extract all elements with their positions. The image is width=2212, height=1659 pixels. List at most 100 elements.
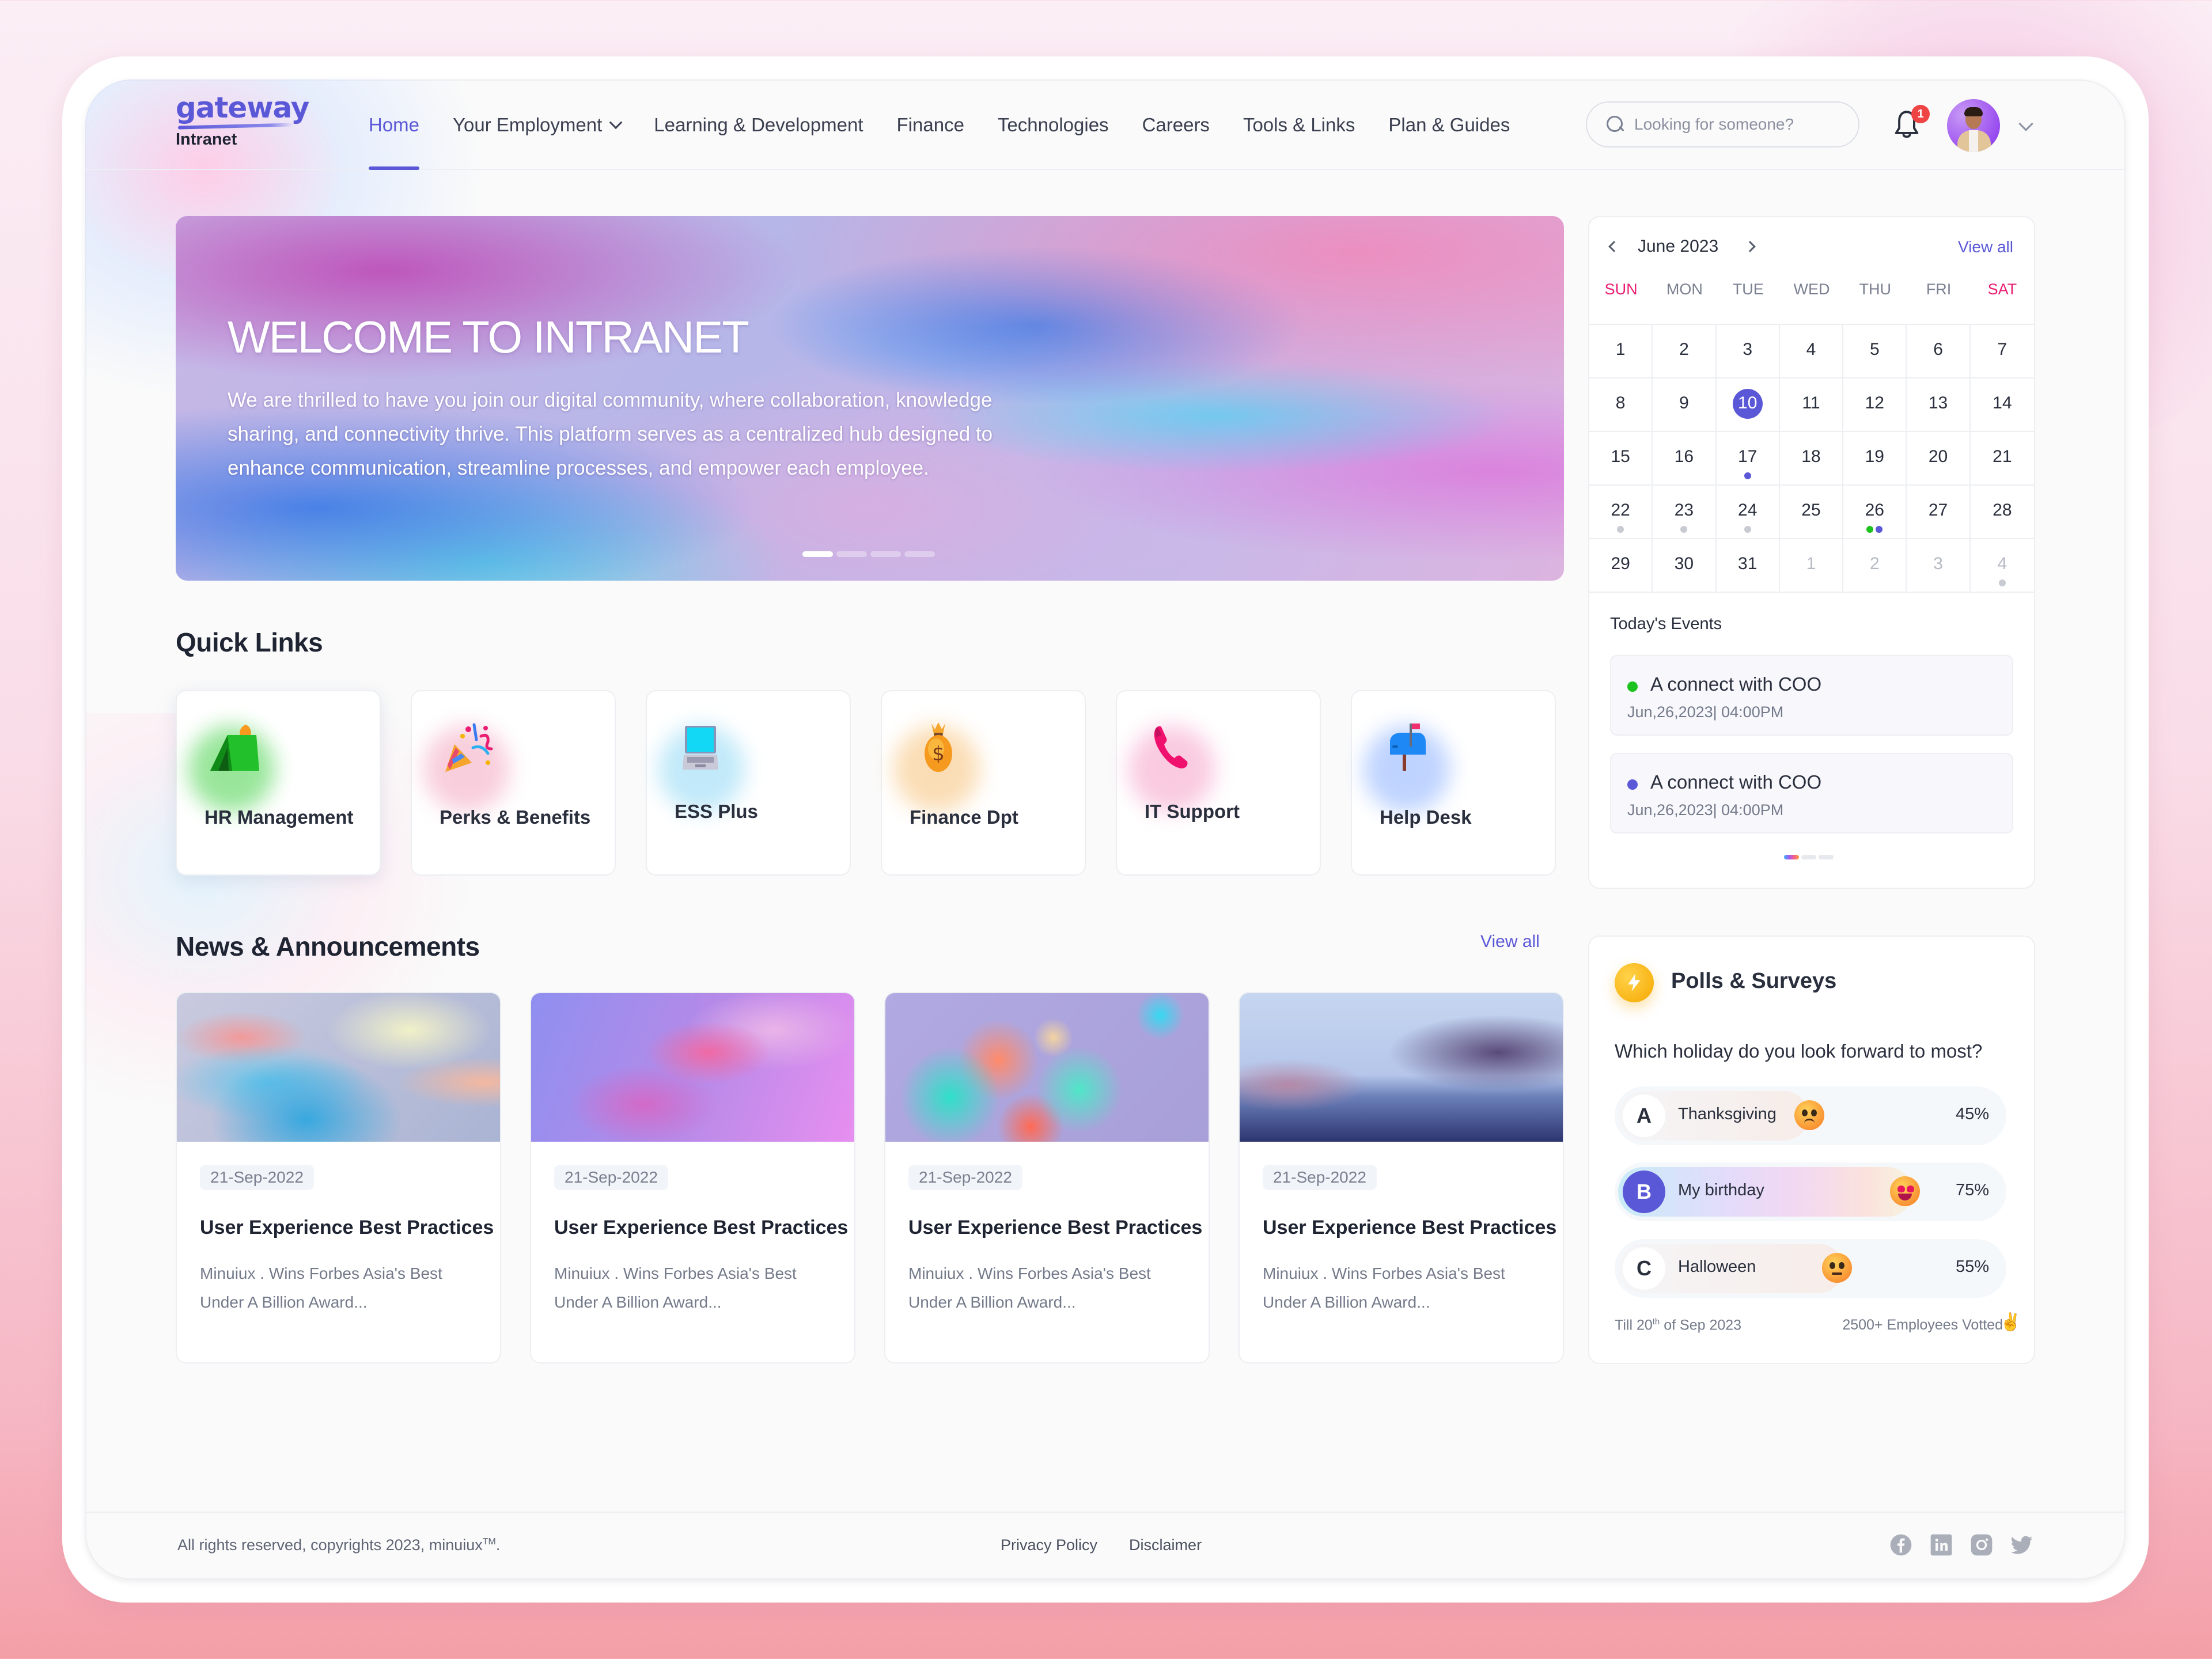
nav-item-tools-links[interactable]: Tools & Links — [1243, 79, 1355, 170]
calendar-day[interactable]: 31 — [1716, 539, 1780, 593]
calendar-day[interactable]: 3 — [1716, 325, 1780, 378]
quick-link-hr-management[interactable]: HR Management — [176, 690, 381, 876]
search-input[interactable] — [1634, 115, 1830, 134]
day-number: 31 — [1738, 554, 1758, 573]
poll-option-letter: C — [1623, 1247, 1665, 1290]
calendar-day[interactable]: 28 — [1970, 486, 2034, 539]
event-dot — [1866, 526, 1874, 533]
nav-item-your-employment[interactable]: Your Employment — [453, 79, 623, 170]
nav-item-learning-development[interactable]: Learning & Development — [654, 79, 863, 170]
logo[interactable]: gateway Intranet — [176, 91, 309, 149]
calendar-day[interactable]: 11 — [1779, 378, 1844, 432]
news-card[interactable]: 21-Sep-2022 User Experience Best Practic… — [1238, 992, 1564, 1363]
calendar-day[interactable]: 13 — [1907, 378, 1971, 432]
calendar-grid: 1 2 3 4 5 6 7 8 9 10 11 12 13 14 15 16 17 18 19 20 21 22 23 24 2… — [1589, 324, 2034, 593]
footer-links: Privacy Policy Disclaimer — [1001, 1536, 1202, 1554]
nav-item-careers[interactable]: Careers — [1142, 79, 1210, 170]
quick-link-ess-plus[interactable]: ESS Plus — [646, 690, 851, 876]
news-card[interactable]: 21-Sep-2022 User Experience Best Practic… — [884, 992, 1210, 1363]
day-number: 10 — [1738, 393, 1758, 412]
event-item[interactable]: A connect with COO Jun,26,2023| 04:00PM — [1610, 753, 2013, 834]
calendar-view-all-link[interactable]: View all — [1958, 238, 2013, 256]
calendar-day[interactable]: 3 — [1907, 539, 1971, 593]
calendar-day[interactable]: 27 — [1907, 486, 1971, 539]
nav-item-home[interactable]: Home — [369, 79, 420, 170]
calendar-day[interactable]: 17 — [1716, 432, 1780, 486]
weekday-label: MON — [1666, 281, 1703, 298]
calendar-day[interactable]: 7 — [1970, 325, 2034, 378]
nav-label: Finance — [896, 113, 964, 135]
day-number: 12 — [1865, 393, 1884, 412]
calendar-day[interactable]: 6 — [1907, 325, 1971, 378]
news-view-all-link[interactable]: View all — [1480, 932, 1540, 952]
calendar-day[interactable]: 24 — [1716, 486, 1780, 539]
calendar-day[interactable]: 20 — [1907, 432, 1971, 486]
carousel-dot[interactable] — [836, 551, 867, 557]
facebook-icon[interactable] — [1889, 1533, 1912, 1556]
calendar-day[interactable]: 15 — [1589, 432, 1653, 486]
calendar-day[interactable]: 22 — [1589, 486, 1653, 539]
event-dot — [1744, 472, 1751, 479]
calendar-day[interactable]: 8 — [1589, 378, 1653, 432]
calendar-day[interactable]: 14 — [1970, 378, 2034, 432]
calendar-day[interactable]: 26 — [1843, 486, 1907, 539]
news-card[interactable]: 21-Sep-2022 User Experience Best Practic… — [176, 992, 501, 1363]
lightning-icon — [1615, 963, 1654, 1002]
nav-item-finance[interactable]: Finance — [897, 79, 964, 170]
news-card[interactable]: 21-Sep-2022 User Experience Best Practic… — [530, 992, 855, 1363]
calendar-day[interactable]: 9 — [1653, 378, 1717, 432]
carousel-dot[interactable] — [904, 551, 935, 557]
calendar-day[interactable]: 16 — [1653, 432, 1717, 486]
nav-label: Plan & Guides — [1388, 113, 1510, 135]
event-time: Jun,26,2023| 04:00PM — [1627, 703, 1784, 721]
calendar-day[interactable]: 4 — [1970, 539, 2034, 593]
quick-link-finance-dpt[interactable]: $ Finance Dpt — [881, 690, 1086, 876]
calendar-day[interactable]: 2 — [1843, 539, 1907, 593]
calendar-day[interactable]: 4 — [1779, 325, 1844, 378]
pager-dot[interactable] — [1819, 855, 1834, 859]
calendar-day[interactable]: 30 — [1653, 539, 1717, 593]
quick-link-help-desk[interactable]: Help Desk — [1351, 690, 1556, 876]
calendar-day[interactable]: 21 — [1970, 432, 2034, 486]
event-item[interactable]: A connect with COO Jun,26,2023| 04:00PM — [1610, 655, 2013, 736]
calendar-day[interactable]: 23 — [1653, 486, 1717, 539]
laptop-icon — [683, 726, 718, 770]
pager-dot[interactable] — [1801, 855, 1816, 859]
people-search[interactable] — [1586, 101, 1859, 147]
event-title: A connect with COO — [1650, 673, 1822, 695]
quick-link-perks-benefits[interactable]: Perks & Benefits — [411, 690, 616, 876]
carousel-dot[interactable] — [802, 551, 833, 557]
calendar-day[interactable]: 2 — [1653, 325, 1717, 378]
linkedin-icon[interactable] — [1930, 1533, 1953, 1556]
calendar-day[interactable]: 12 — [1843, 378, 1907, 432]
calendar-day[interactable]: 25 — [1779, 486, 1844, 539]
day-number: 18 — [1801, 447, 1821, 466]
money-bag-icon: $ — [925, 722, 952, 772]
poll-option-b[interactable]: B My birthday 75% — [1615, 1162, 2006, 1221]
app-window: gateway Intranet Home Your Employment Le… — [85, 79, 2126, 1580]
chevron-down-icon[interactable] — [2018, 116, 2033, 131]
carousel-dot[interactable] — [870, 551, 901, 557]
pager-dot[interactable] — [1784, 855, 1799, 859]
neutral-face-icon — [1822, 1253, 1852, 1283]
calendar-day[interactable]: 1 — [1589, 325, 1653, 378]
quick-link-it-support[interactable]: IT Support — [1116, 690, 1321, 876]
event-dot — [1998, 579, 2006, 586]
chevron-left-icon[interactable] — [1608, 241, 1620, 252]
nav-item-plan-guides[interactable]: Plan & Guides — [1388, 79, 1510, 170]
calendar-day-today[interactable]: 10 — [1716, 378, 1780, 432]
calendar-day[interactable]: 19 — [1843, 432, 1907, 486]
nav-item-technologies[interactable]: Technologies — [998, 79, 1109, 170]
calendar-day[interactable]: 18 — [1779, 432, 1844, 486]
calendar-day[interactable]: 5 — [1843, 325, 1907, 378]
instagram-icon[interactable] — [1970, 1533, 1993, 1556]
chevron-right-icon[interactable] — [1744, 241, 1756, 252]
poll-option-a[interactable]: A Thanksgiving 45% — [1615, 1086, 2006, 1145]
poll-option-c[interactable]: C Halloween 55% — [1615, 1239, 2006, 1298]
user-avatar[interactable] — [1947, 99, 2000, 152]
twitter-icon[interactable] — [2010, 1533, 2033, 1556]
calendar-day[interactable]: 29 — [1589, 539, 1653, 593]
calendar-day[interactable]: 1 — [1779, 539, 1844, 593]
disclaimer-link[interactable]: Disclaimer — [1129, 1536, 1202, 1554]
privacy-policy-link[interactable]: Privacy Policy — [1001, 1536, 1097, 1554]
